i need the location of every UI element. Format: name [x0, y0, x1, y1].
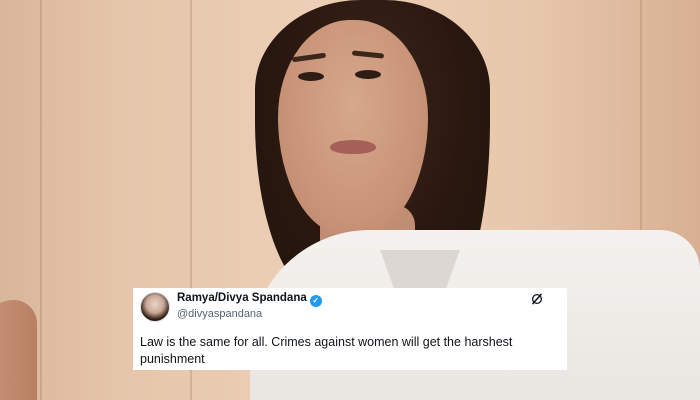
wall-panel-line [40, 0, 42, 400]
avatar[interactable] [140, 292, 170, 322]
subject-lips [330, 140, 376, 154]
verified-badge-icon: ✓ [309, 295, 322, 307]
subject-eye [298, 72, 324, 81]
display-name: Ramya/Divya Spandana [177, 292, 307, 304]
author-handle[interactable]: @divyaspandana [177, 308, 262, 320]
tweet-author[interactable]: Ramya/Divya Spandana ✓ [177, 292, 322, 307]
subject-hand [0, 300, 37, 400]
background-photo: Ramya/Divya Spandana ✓ @divyaspandana Law… [0, 0, 700, 400]
tweet-text: Law is the same for all. Crimes against … [140, 335, 513, 366]
tweet-card[interactable]: Ramya/Divya Spandana ✓ @divyaspandana Law… [133, 288, 567, 370]
x-logo-icon [531, 293, 543, 305]
subject-eye [355, 70, 381, 79]
